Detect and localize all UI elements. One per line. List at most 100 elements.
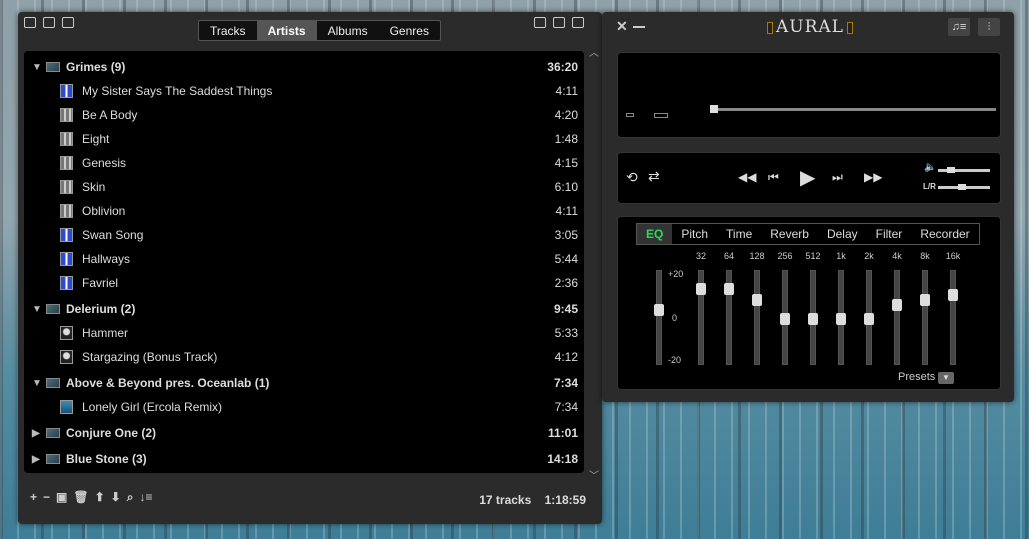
playlist-view-icons <box>534 17 584 28</box>
eq-band-slider-knob[interactable] <box>864 312 874 325</box>
track-row[interactable]: My Sister Says The Saddest Things 4:11 <box>24 79 584 103</box>
expand-icon[interactable]: ▶ <box>32 454 40 465</box>
band-label: 256 <box>777 251 793 261</box>
volume-slider[interactable] <box>938 169 990 172</box>
layout-center-icon[interactable] <box>553 17 565 28</box>
tab-recorder[interactable]: Recorder <box>911 224 978 244</box>
eq-band-slider-knob[interactable] <box>696 283 706 296</box>
seek-knob[interactable] <box>710 105 718 113</box>
playlist-toggle-icon[interactable]: ♫≡ <box>948 18 970 36</box>
eq-band-slider[interactable] <box>752 270 762 365</box>
duration: 4:11 <box>555 204 578 218</box>
eq-band-slider[interactable] <box>780 270 790 365</box>
track-row[interactable]: Hammer 5:33 <box>24 321 584 345</box>
eq-band-slider[interactable] <box>724 270 734 365</box>
repeat-icon[interactable]: ⟲ <box>626 169 638 186</box>
playlist-list[interactable]: ▼ Grimes (9) 36:20 My Sister Says The Sadde… <box>24 51 584 473</box>
seek-backward-icon[interactable]: ◀◀ <box>738 170 756 184</box>
move-down-icon[interactable]: ⬇ <box>111 490 121 505</box>
artist-icon <box>46 428 60 438</box>
scroll-up-icon[interactable]: ︿ <box>589 44 599 59</box>
eq-band-slider[interactable] <box>696 270 706 365</box>
open-icon[interactable] <box>24 17 36 28</box>
collapse-icon[interactable]: ▼ <box>32 62 42 73</box>
preamp-slider[interactable] <box>654 270 664 365</box>
search-icon[interactable]: ⌕ <box>127 490 134 505</box>
tab-albums[interactable]: Albums <box>317 21 379 40</box>
scroll-down-icon[interactable]: ﹀ <box>589 467 599 482</box>
group-row[interactable]: ▼ Grimes (9) 36:20 <box>24 55 584 79</box>
eq-band-slider[interactable] <box>864 270 874 365</box>
preamp-slider-knob[interactable] <box>654 304 664 317</box>
layout-left-icon[interactable] <box>534 17 546 28</box>
expand-icon[interactable]: ▶ <box>32 428 40 439</box>
collapse-icon[interactable]: ▼ <box>32 304 42 315</box>
volume-knob[interactable] <box>946 167 955 173</box>
save-icon[interactable] <box>43 17 55 28</box>
tab-filter[interactable]: Filter <box>867 224 912 244</box>
balance-knob[interactable] <box>957 184 966 190</box>
group-row[interactable]: ▼ Delerium (2) 9:45 <box>24 297 584 321</box>
duration: 4:12 <box>554 350 578 364</box>
eq-band-slider-knob[interactable] <box>724 283 734 296</box>
tab-tracks[interactable]: Tracks <box>199 21 257 40</box>
group-row[interactable]: ▼ Above & Beyond pres. Oceanlab (1) 7:34 <box>24 371 584 395</box>
effects-toggle-icon[interactable]: ⫶ <box>978 18 1000 36</box>
eq-band-slider-knob[interactable] <box>752 294 762 307</box>
eq-band-slider-knob[interactable] <box>836 312 846 325</box>
tab-delay[interactable]: Delay <box>818 224 867 244</box>
eq-band-slider[interactable] <box>808 270 818 365</box>
trash-icon[interactable]: 🗑 <box>73 490 88 505</box>
album-art-icon <box>60 252 73 266</box>
tab-eq[interactable]: EQ <box>637 224 673 244</box>
group-row[interactable]: ▶ Blue Stone (3) 14:18 <box>24 447 584 471</box>
sort-icon[interactable]: ↓≡ <box>139 490 152 505</box>
eq-band-slider[interactable] <box>920 270 930 365</box>
presets-dropdown-icon[interactable]: ▼ <box>938 372 954 384</box>
track-row[interactable]: Stargazing (Bonus Track) 4:12 <box>24 345 584 369</box>
eq-band-slider[interactable] <box>836 270 846 365</box>
track-row[interactable]: Favriel 2:36 <box>24 271 584 295</box>
next-track-icon[interactable]: ⏭ <box>832 170 843 185</box>
track-row[interactable]: Skin 6:10 <box>24 175 584 199</box>
eq-band-slider-knob[interactable] <box>780 312 790 325</box>
player-controls: ⟲ ⇄ ◀◀ ⏮ ▶ ⏭ ▶▶ 🔈 L/R <box>617 152 1001 204</box>
track-row[interactable]: Oblivion 4:11 <box>24 199 584 223</box>
remove-icon[interactable]: − <box>43 490 50 505</box>
group-row[interactable]: ▶ Conjure One (2) 11:01 <box>24 421 584 445</box>
track-row[interactable]: Hallways 5:44 <box>24 247 584 271</box>
gain-label-min: -20 <box>668 355 682 365</box>
track-row[interactable]: Genesis 4:15 <box>24 151 584 175</box>
layout-right-icon[interactable] <box>572 17 584 28</box>
eq-band-slider-knob[interactable] <box>920 294 930 307</box>
tab-genres[interactable]: Genres <box>379 21 440 40</box>
seek-forward-icon[interactable]: ▶▶ <box>864 170 882 184</box>
eq-band-slider-knob[interactable] <box>808 312 818 325</box>
track-row[interactable]: Be A Body 4:20 <box>24 103 584 127</box>
track-title: Lonely Girl (Ercola Remix) <box>82 400 223 414</box>
shuffle-icon[interactable]: ⇄ <box>648 168 660 185</box>
eq-band-slider-knob[interactable] <box>948 289 958 302</box>
volume-icon[interactable]: 🔈 <box>924 162 936 173</box>
band-label: 128 <box>749 251 765 261</box>
close-icon[interactable]: ✕ <box>616 18 628 35</box>
tab-reverb[interactable]: Reverb <box>761 224 818 244</box>
eq-band-slider[interactable] <box>948 270 958 365</box>
tab-time[interactable]: Time <box>717 224 761 244</box>
track-row[interactable]: Swan Song 3:05 <box>24 223 584 247</box>
move-up-icon[interactable]: ⬆ <box>95 490 105 505</box>
seek-bar[interactable] <box>710 108 996 111</box>
previous-track-icon[interactable]: ⏮ <box>768 170 779 185</box>
save-list-icon[interactable]: ▣ <box>56 490 67 505</box>
export-icon[interactable] <box>62 17 74 28</box>
play-icon[interactable]: ▶ <box>800 165 815 190</box>
eq-band-slider-knob[interactable] <box>892 299 902 312</box>
collapse-icon[interactable]: ▼ <box>32 378 42 389</box>
track-row[interactable]: Eight 1:48 <box>24 127 584 151</box>
track-row[interactable]: Lonely Girl (Ercola Remix) 7:34 <box>24 395 584 419</box>
add-icon[interactable]: + <box>30 490 37 505</box>
tab-artists[interactable]: Artists <box>256 21 317 40</box>
minimize-icon[interactable] <box>633 26 645 28</box>
tab-pitch[interactable]: Pitch <box>672 224 717 244</box>
eq-band-slider[interactable] <box>892 270 902 365</box>
